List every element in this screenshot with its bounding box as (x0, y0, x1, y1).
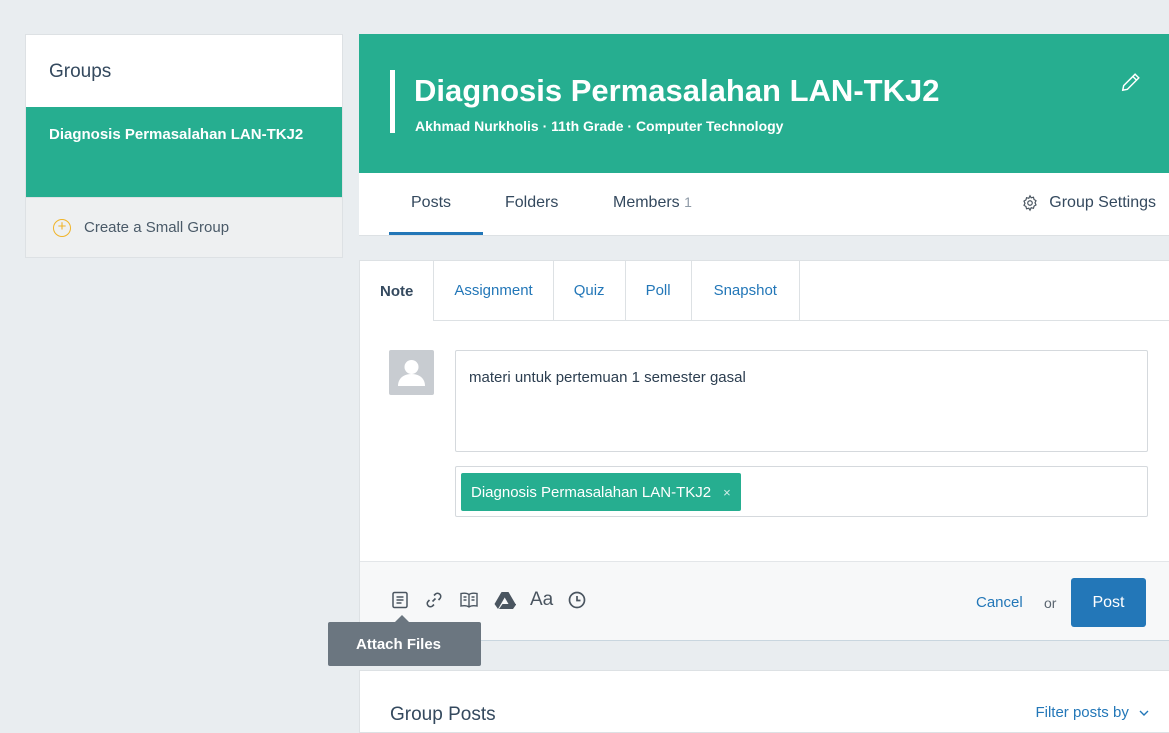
group-settings-button[interactable]: Group Settings (1021, 194, 1156, 212)
group-tabs: Posts Folders Members 1 Group Settings (359, 173, 1169, 236)
recipients-input[interactable]: Diagnosis Permasalahan LAN-TKJ2 × (455, 466, 1148, 517)
group-posts-section: Group Posts Filter posts by (359, 670, 1169, 733)
user-avatar (389, 350, 434, 395)
user-silhouette-icon (398, 360, 425, 386)
note-text-value: materi untuk pertemuan 1 semester gasal (469, 369, 746, 386)
or-text: or (1044, 595, 1057, 611)
post-composer: Note Assignment Quiz Poll Snapshot mater… (359, 260, 1169, 641)
tab-folders[interactable]: Folders (505, 194, 558, 212)
post-type-poll[interactable]: Poll (626, 261, 692, 320)
sidebar-item-active-group[interactable]: Diagnosis Permasalahan LAN-TKJ2 (26, 107, 342, 197)
plus-circle-icon: + (53, 218, 71, 237)
tab-members[interactable]: Members 1 (613, 194, 692, 212)
post-button[interactable]: Post (1071, 578, 1146, 627)
google-drive-icon[interactable] (494, 590, 516, 610)
tooltip-arrow (395, 615, 409, 622)
post-type-assignment[interactable]: Assignment (434, 261, 554, 320)
tab-members-label: Members (613, 194, 680, 211)
attach-files-tooltip: Attach Files (328, 615, 481, 666)
filter-posts-dropdown[interactable]: Filter posts by (1035, 704, 1149, 721)
filter-posts-label: Filter posts by (1035, 704, 1129, 721)
chevron-down-icon (1139, 710, 1149, 716)
create-small-group-button[interactable]: + Create a Small Group (26, 197, 342, 257)
groups-sidebar: Groups Diagnosis Permasalahan LAN-TKJ2 +… (25, 34, 343, 258)
post-type-tabs: Note Assignment Quiz Poll Snapshot (360, 261, 1169, 321)
recipient-chip-label: Diagnosis Permasalahan LAN-TKJ2 (471, 483, 712, 501)
cancel-link[interactable]: Cancel (976, 594, 1023, 611)
tooltip-label: Attach Files (356, 635, 442, 653)
note-text-input[interactable]: materi untuk pertemuan 1 semester gasal (455, 350, 1148, 452)
active-tab-indicator (389, 232, 483, 235)
group-title: Diagnosis Permasalahan LAN-TKJ2 (414, 73, 940, 108)
remove-recipient-icon[interactable]: × (723, 485, 731, 500)
clock-schedule-icon[interactable] (567, 590, 587, 610)
group-subtitle: Akhmad Nurkholis · 11th Grade · Computer… (415, 118, 784, 134)
text-format-icon[interactable]: Aa (530, 589, 553, 611)
post-type-quiz[interactable]: Quiz (554, 261, 626, 320)
composer-toolbar: Aa (390, 589, 587, 611)
group-header: Diagnosis Permasalahan LAN-TKJ2 Akhmad N… (359, 34, 1169, 173)
pencil-edit-icon[interactable] (1120, 71, 1142, 93)
group-settings-label: Group Settings (1049, 194, 1156, 211)
post-type-note[interactable]: Note (360, 261, 435, 321)
members-count: 1 (684, 194, 692, 210)
sidebar-title: Groups (49, 61, 112, 82)
tab-posts[interactable]: Posts (411, 194, 451, 212)
library-book-icon[interactable] (458, 590, 480, 610)
composer-footer: Aa Cancel or Post (360, 561, 1169, 641)
link-icon[interactable] (424, 590, 444, 610)
attach-file-icon[interactable] (390, 590, 410, 610)
recipient-chip: Diagnosis Permasalahan LAN-TKJ2 × (461, 473, 741, 511)
post-type-snapshot[interactable]: Snapshot (692, 261, 800, 320)
header-accent-bar (390, 70, 395, 133)
gear-icon (1023, 194, 1038, 212)
group-posts-title: Group Posts (390, 704, 496, 725)
create-small-group-label: Create a Small Group (84, 219, 230, 236)
